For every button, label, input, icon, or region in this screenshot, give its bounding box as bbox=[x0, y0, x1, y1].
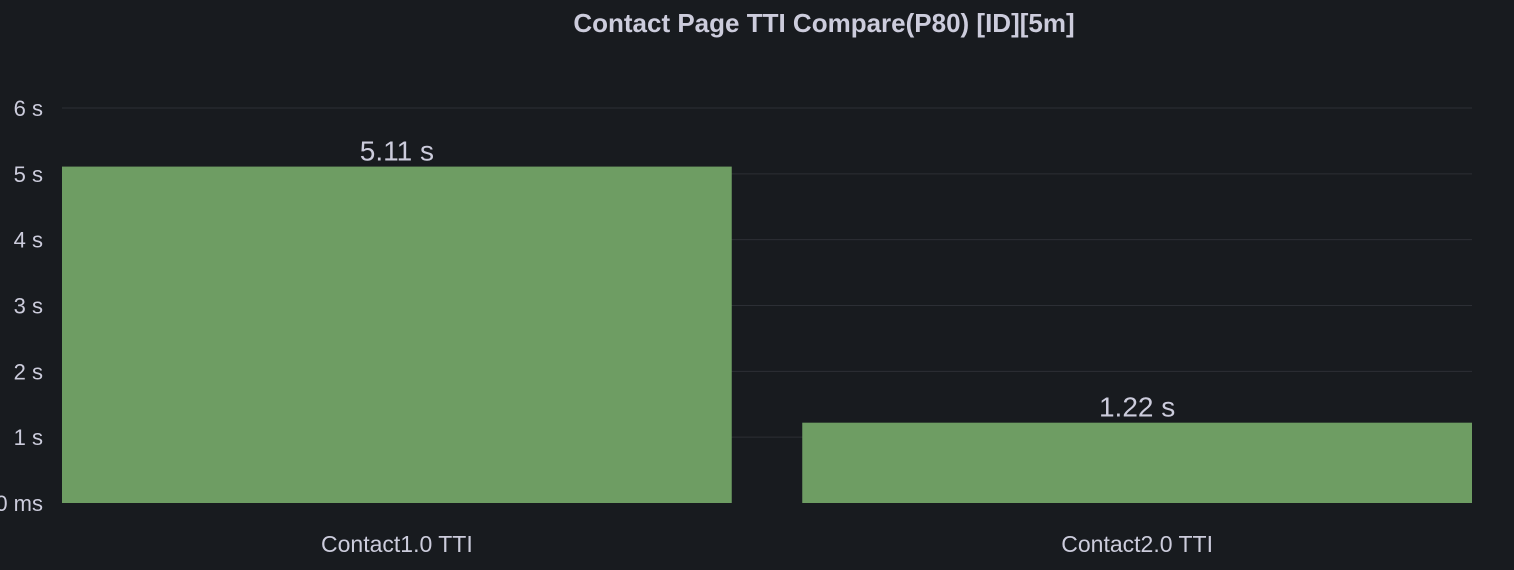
bar-chart: 0 ms 1 s 2 s 3 s 4 s 5 s 6 s 5.11 s 1.22 s Cont… bbox=[0, 96, 1472, 557]
y-tick-label: 2 s bbox=[14, 359, 43, 384]
bar-value-label: 1.22 s bbox=[1099, 392, 1175, 423]
bars bbox=[62, 166, 1472, 503]
y-tick-label: 3 s bbox=[14, 294, 43, 319]
x-tick-label: Contact2.0 TTI bbox=[1061, 531, 1213, 557]
x-tick-label: Contact1.0 TTI bbox=[321, 531, 473, 557]
chart-panel: Contact Page TTI Compare(P80) [ID][5m] 0… bbox=[0, 0, 1514, 570]
bar-value-label: 5.11 s bbox=[360, 136, 434, 167]
bar[interactable] bbox=[62, 166, 732, 503]
x-axis-ticks: Contact1.0 TTI Contact2.0 TTI bbox=[321, 531, 1213, 557]
y-tick-label: 0 ms bbox=[0, 491, 43, 516]
y-tick-label: 5 s bbox=[14, 162, 43, 187]
y-axis-ticks: 0 ms 1 s 2 s 3 s 4 s 5 s 6 s bbox=[0, 96, 43, 516]
y-tick-label: 6 s bbox=[14, 96, 43, 121]
y-tick-label: 1 s bbox=[14, 425, 43, 450]
y-tick-label: 4 s bbox=[14, 228, 43, 253]
bar[interactable] bbox=[802, 422, 1472, 503]
